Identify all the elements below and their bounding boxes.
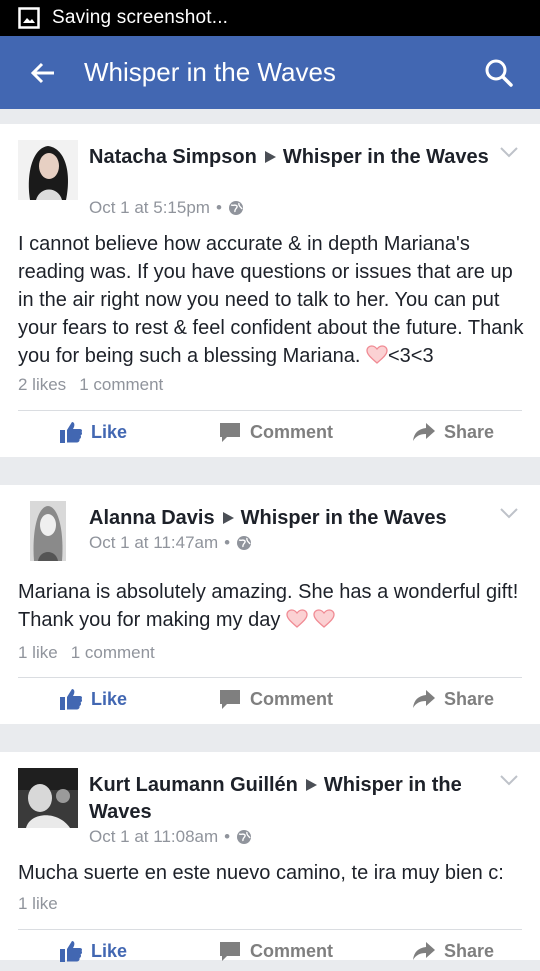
app-bar: Whisper in the Waves	[0, 36, 540, 109]
comments-count[interactable]: 1 comment	[79, 375, 163, 395]
comment-icon	[218, 420, 242, 444]
share-label: Share	[444, 421, 495, 442]
thumbs-up-icon	[59, 420, 83, 444]
action-bar: Like Comment Share	[0, 412, 540, 452]
post-header: Alanna Davis Whisper in the Waves	[89, 505, 489, 532]
comment-label: Comment	[250, 688, 334, 709]
chevron-down-icon[interactable]	[500, 506, 518, 519]
globe-icon	[236, 535, 252, 551]
reaction-counts: 2 likes 1 comment	[18, 375, 163, 395]
thumbs-up-icon	[59, 939, 83, 963]
comment-button[interactable]: Comment	[218, 939, 333, 963]
post-text: I cannot believe how accurate & in depth…	[18, 233, 524, 367]
post-time[interactable]: Oct 1 at 11:47am	[89, 533, 218, 553]
post-meta: Oct 1 at 11:47am •	[89, 533, 252, 553]
author-name[interactable]: Natacha Simpson	[89, 146, 257, 168]
status-text: Saving screenshot...	[52, 7, 229, 28]
heart-emoji-icon	[286, 609, 308, 629]
post-card: Natacha Simpson Whisper in the Waves Oct …	[0, 124, 540, 457]
chevron-down-icon[interactable]	[500, 145, 518, 158]
divider	[18, 929, 522, 930]
page-name[interactable]: Whisper in the Waves	[283, 146, 489, 168]
search-icon[interactable]	[484, 58, 514, 88]
like-button[interactable]: Like	[59, 687, 127, 711]
avatar[interactable]	[18, 768, 78, 828]
comment-label: Comment	[250, 421, 334, 442]
like-label: Like	[91, 688, 128, 709]
post-time[interactable]: Oct 1 at 5:15pm	[89, 198, 210, 218]
post-text: Mariana is absolutely amazing. She has a…	[18, 581, 519, 631]
chevron-down-icon[interactable]	[500, 773, 518, 786]
likes-count[interactable]: 1 like	[18, 894, 58, 914]
reaction-counts: 1 like	[18, 894, 58, 914]
globe-icon	[236, 829, 252, 845]
comment-button[interactable]: Comment	[218, 420, 333, 444]
avatar[interactable]	[18, 140, 78, 200]
author-name[interactable]: Alanna Davis	[89, 507, 215, 529]
share-label: Share	[444, 688, 495, 709]
triangle-right-icon	[304, 773, 318, 791]
like-label: Like	[91, 940, 128, 961]
image-icon	[18, 7, 40, 29]
globe-icon	[228, 200, 244, 216]
share-icon	[412, 687, 436, 711]
divider	[18, 677, 522, 678]
post-header: Kurt Laumann Guillén Whisper in the Waves	[89, 772, 489, 826]
comment-button[interactable]: Comment	[218, 687, 333, 711]
action-bar: Like Comment Share	[0, 931, 540, 971]
share-icon	[412, 939, 436, 963]
page-title: Whisper in the Waves	[84, 57, 336, 87]
like-button[interactable]: Like	[59, 939, 127, 963]
divider	[18, 410, 522, 411]
reaction-counts: 1 like 1 comment	[18, 643, 155, 663]
avatar[interactable]	[30, 501, 66, 561]
status-bar: Saving screenshot...	[0, 0, 540, 36]
action-bar: Like Comment Share	[0, 679, 540, 719]
comments-count[interactable]: 1 comment	[71, 643, 155, 663]
author-name[interactable]: Kurt Laumann Guillén	[89, 774, 298, 796]
share-button[interactable]: Share	[412, 939, 494, 963]
thumbs-up-icon	[59, 687, 83, 711]
comment-label: Comment	[250, 940, 334, 961]
like-button[interactable]: Like	[59, 420, 127, 444]
share-icon	[412, 420, 436, 444]
triangle-right-icon	[221, 506, 235, 524]
page-name[interactable]: Whisper in the Waves	[241, 507, 447, 529]
back-arrow-icon[interactable]	[28, 58, 58, 88]
post-card: Kurt Laumann Guillén Whisper in the Waves…	[0, 752, 540, 962]
post-time[interactable]: Oct 1 at 11:08am	[89, 827, 218, 847]
post-card: Alanna Davis Whisper in the Waves Oct 1 a…	[0, 485, 540, 724]
likes-count[interactable]: 1 like	[18, 643, 58, 663]
share-button[interactable]: Share	[412, 420, 494, 444]
comment-icon	[218, 687, 242, 711]
comment-icon	[218, 939, 242, 963]
post-header: Natacha Simpson Whisper in the Waves	[89, 144, 489, 171]
share-label: Share	[444, 940, 495, 961]
likes-count[interactable]: 2 likes	[18, 375, 66, 395]
share-button[interactable]: Share	[412, 687, 494, 711]
like-label: Like	[91, 421, 128, 442]
post-meta: Oct 1 at 5:15pm •	[89, 198, 244, 218]
heart-emoji-icon	[366, 345, 388, 365]
post-meta: Oct 1 at 11:08am •	[89, 827, 252, 847]
post-text: Mucha suerte en este nuevo camino, te ir…	[18, 862, 504, 884]
triangle-right-icon	[263, 145, 277, 163]
heart-emoji-icon	[313, 609, 336, 629]
